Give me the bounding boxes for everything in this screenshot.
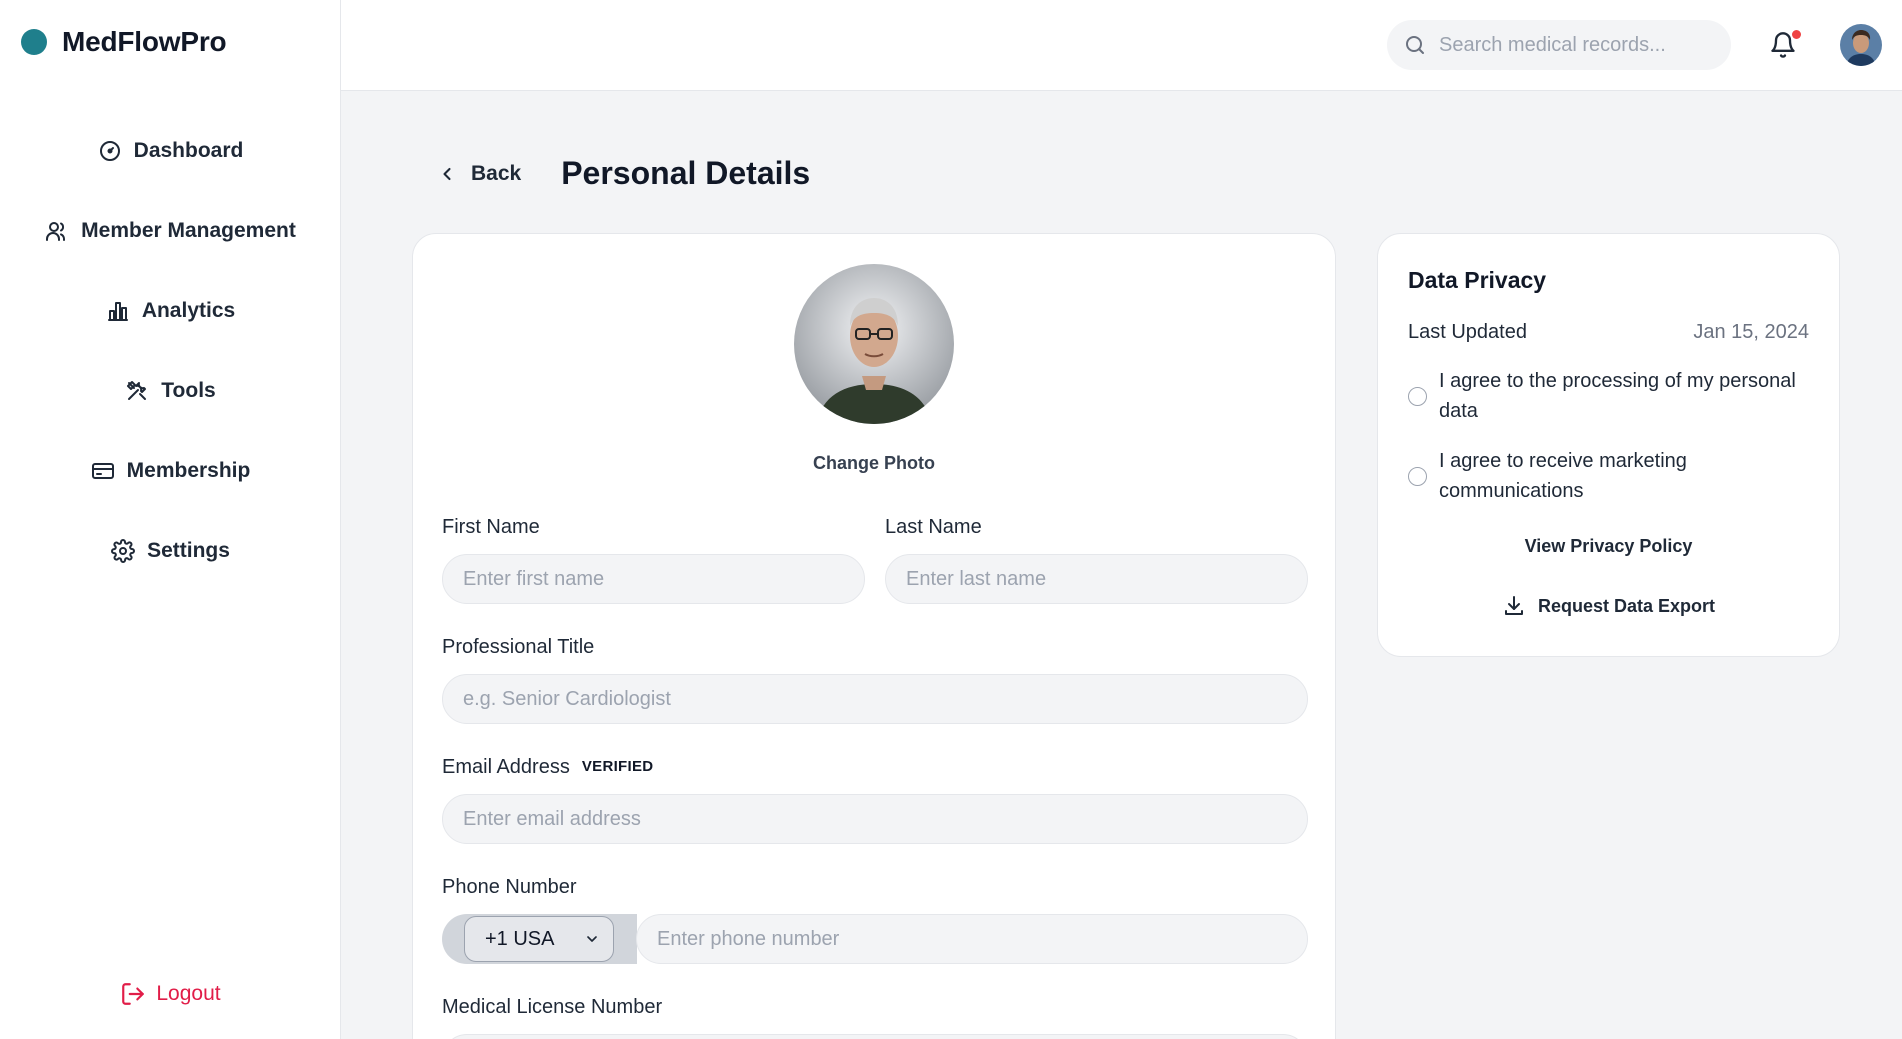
consent-marketing-radio[interactable] [1408,466,1427,486]
sidebar-item-membership[interactable]: Membership [0,431,341,511]
country-code-select[interactable]: +1 USA [464,916,614,962]
last-name-label: Last Name [885,516,982,538]
sidebar-item-label: Tools [161,379,216,402]
gauge-icon [99,141,120,161]
download-icon [1504,596,1523,615]
tools-icon [127,381,147,400]
sidebar-item-dashboard[interactable]: Dashboard [0,111,341,191]
search-input[interactable] [1439,33,1709,57]
page-title: Personal Details [561,155,811,191]
email-field[interactable] [442,794,1308,844]
sidebar-item-analytics[interactable]: Analytics [0,271,341,351]
sidebar-item-settings[interactable]: Settings [0,511,341,591]
back-label: Back [471,161,522,185]
bar-chart-icon [107,302,128,321]
sidebar-item-member-management[interactable]: Member Management [0,191,341,271]
consent-processing-radio[interactable] [1408,386,1427,406]
brand-name: MedFlowPro [62,26,227,57]
profile-photo[interactable] [794,264,954,424]
profile-photo-image [794,264,954,424]
notifications-button[interactable] [1769,30,1801,60]
brand-logo-dot [21,29,47,55]
user-avatar-image [1840,24,1882,66]
personal-details-form: Change Photo First Name Last Name Profes… [412,233,1336,1039]
last-name-field[interactable] [885,554,1308,604]
data-privacy-card: Data Privacy Last Updated Jan 15, 2024 I… [1377,233,1840,657]
chevron-down-icon [587,936,598,942]
verified-badge: VERIFIED [581,758,654,775]
sidebar-item-label: Member Management [81,219,296,242]
logout-button[interactable]: Logout [0,969,341,1019]
country-code-value: +1 USA [485,927,555,950]
notification-dot [1792,30,1801,39]
license-label: Medical License Number [442,996,663,1018]
request-data-export-label: Request Data Export [1537,595,1716,616]
sidebar-nav: Dashboard Member Management Analytics To… [0,111,341,591]
first-name-field[interactable] [442,554,865,604]
phone-field[interactable] [636,914,1308,964]
sidebar: MedFlowPro Dashboard Member Management A… [0,0,341,1039]
search-bar[interactable] [1387,20,1731,70]
sidebar-item-label: Dashboard [133,139,244,162]
brand[interactable]: MedFlowPro [21,26,227,58]
logout-icon [122,983,145,1005]
logout-label: Logout [156,982,221,1005]
title-row: Back Personal Details [437,155,810,192]
consent-processing-option[interactable]: I agree to the processing of my personal… [1408,366,1808,426]
gear-icon [111,539,136,563]
email-label: Email Address [442,756,570,778]
view-privacy-policy-link[interactable]: View Privacy Policy [1378,536,1839,557]
top-header [341,0,1902,91]
last-updated-date: Jan 15, 2024 [1693,321,1809,343]
consent-marketing-label: I agree to receive marketing communicati… [1439,450,1687,502]
professional-title-field[interactable] [442,674,1308,724]
change-photo-button[interactable]: Change Photo [413,453,1335,474]
last-updated-label: Last Updated [1408,321,1527,343]
professional-title-label: Professional Title [442,636,595,658]
sidebar-item-label: Settings [147,539,230,562]
chevron-left-icon [443,167,451,180]
back-button[interactable]: Back [437,162,521,186]
user-avatar[interactable] [1840,24,1882,66]
first-name-label: First Name [442,516,540,538]
credit-card-icon [91,463,114,479]
license-field[interactable] [442,1034,1308,1039]
email-label-row: Email Address VERIFIED [442,756,653,779]
sidebar-item-label: Membership [126,459,251,482]
request-data-export-button[interactable]: Request Data Export [1378,594,1839,618]
users-icon [46,222,66,241]
phone-label: Phone Number [442,876,577,898]
consent-marketing-option[interactable]: I agree to receive marketing communicati… [1408,446,1808,506]
consent-processing-label: I agree to the processing of my personal… [1439,370,1796,422]
privacy-title: Data Privacy [1408,267,1547,293]
search-icon [1406,36,1424,54]
sidebar-item-tools[interactable]: Tools [0,351,341,431]
sidebar-item-label: Analytics [141,299,236,322]
